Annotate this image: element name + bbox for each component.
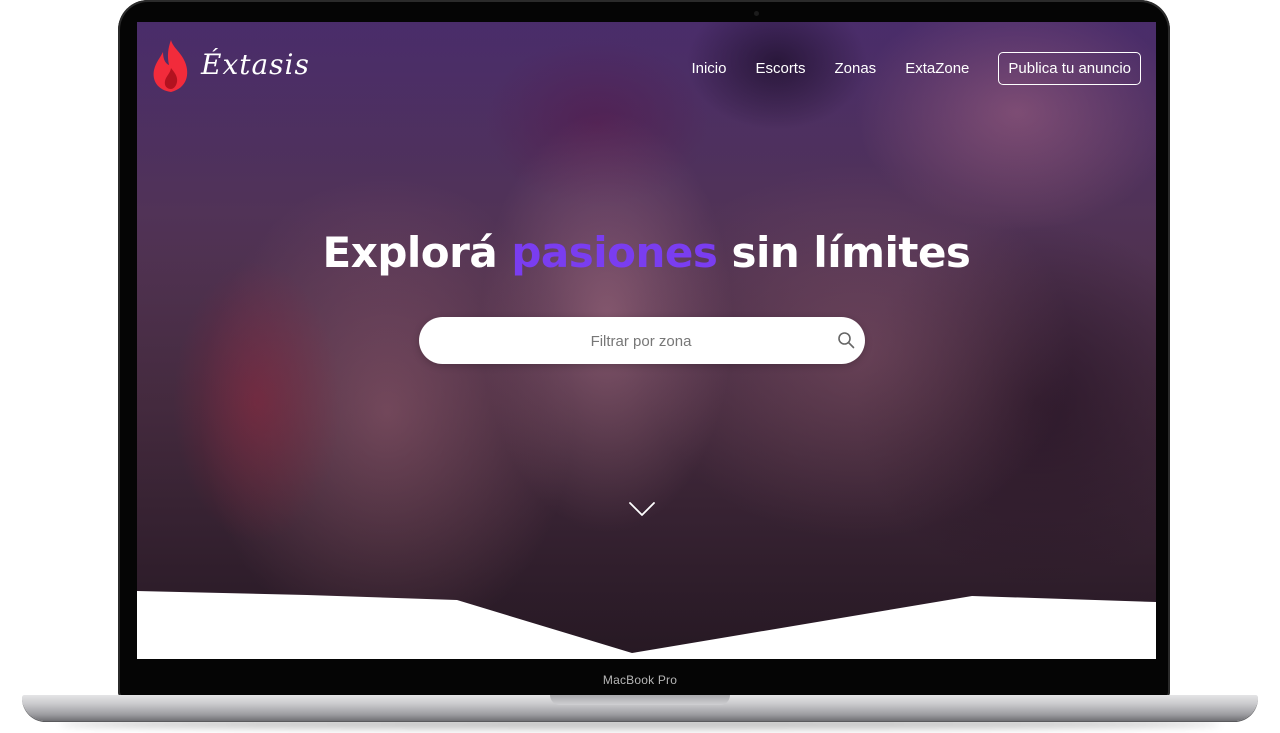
nav-link-zonas[interactable]: Zonas [834,60,876,77]
main-nav: Inicio Escorts Zonas ExtaZone Publica tu… [691,52,1141,85]
screen: Éxtasis Inicio Escorts Zonas ExtaZone Pu… [137,22,1156,659]
headline-text-start: Explorá [322,228,512,278]
flame-icon [153,40,188,92]
hero-headline: Explorá pasiones sin límites [137,228,1156,277]
search-icon[interactable] [837,331,855,349]
device-label: MacBook Pro [602,673,678,687]
zone-search-input[interactable] [449,317,833,366]
site-logo[interactable]: Éxtasis [151,38,310,94]
laptop-mockup: Éxtasis Inicio Escorts Zonas ExtaZone Pu… [0,0,1280,733]
nav-link-inicio[interactable]: Inicio [691,60,726,77]
chevron-down-icon[interactable] [628,500,656,518]
headline-text-end: sin límites [717,228,971,278]
publish-ad-button[interactable]: Publica tu anuncio [998,52,1141,85]
search-bar [419,317,865,366]
laptop-notch [550,695,730,705]
camera-dot [754,11,759,16]
headline-accent-word: pasiones [511,228,718,278]
nav-link-extazone[interactable]: ExtaZone [905,60,969,77]
nav-link-escorts[interactable]: Escorts [755,60,805,77]
brand-name: Éxtasis [201,47,310,81]
